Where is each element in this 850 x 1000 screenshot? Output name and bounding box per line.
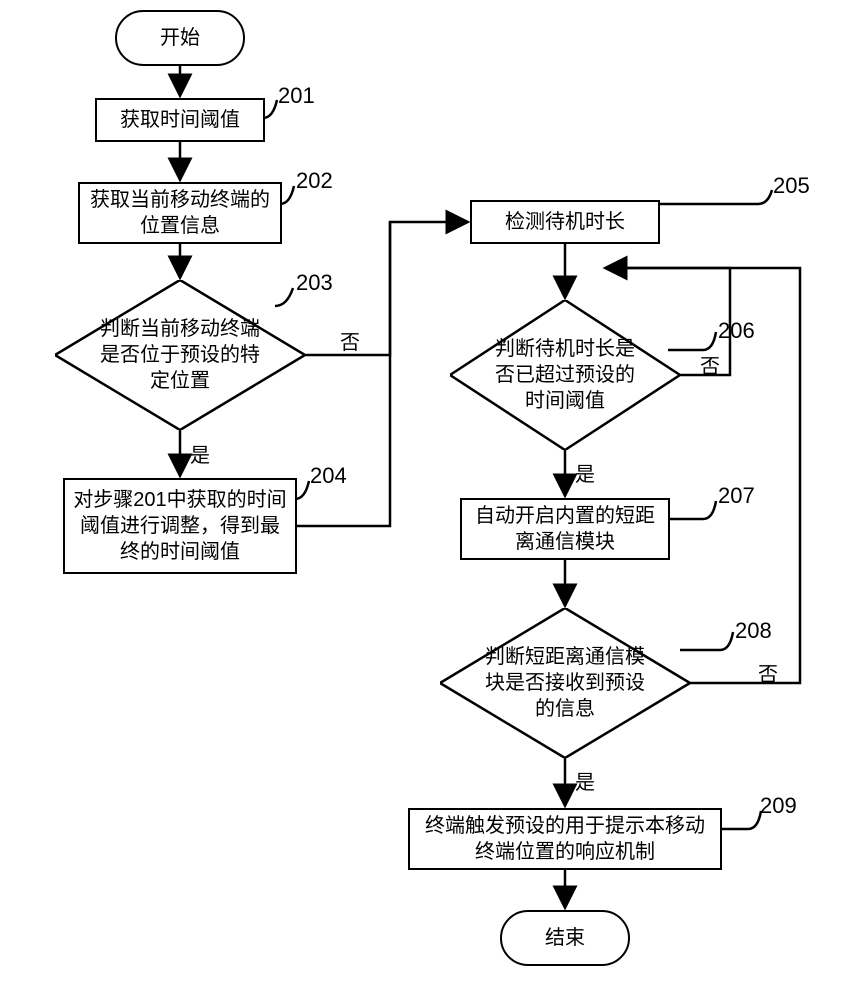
label-202: 获取当前移动终端的位置信息 (88, 187, 272, 239)
decision-206: 判断待机时长是否已超过预设的时间阈值 (450, 300, 680, 450)
leader-209 (720, 811, 765, 839)
ref-207: 207 (718, 483, 755, 509)
process-202: 获取当前移动终端的位置信息 (78, 182, 282, 244)
ref-204: 204 (310, 463, 347, 489)
label-201: 获取时间阈值 (120, 107, 240, 133)
leader-201 (263, 100, 283, 128)
decision-208: 判断短距离通信模块是否接收到预设的信息 (440, 608, 690, 758)
process-201: 获取时间阈值 (95, 98, 265, 142)
leader-207 (668, 501, 723, 529)
label-203: 判断当前移动终端是否位于预设的特定位置 (85, 316, 275, 394)
leader-205 (658, 190, 778, 218)
ref-206: 206 (718, 318, 755, 344)
label-207: 自动开启内置的短距离通信模块 (470, 503, 660, 555)
ref-202: 202 (296, 168, 333, 194)
label-208: 判断短距离通信模块是否接收到预设的信息 (470, 644, 660, 722)
label-209: 终端触发预设的用于提示本移动终端位置的响应机制 (418, 813, 712, 865)
terminator-end: 结束 (500, 910, 630, 966)
decision-203: 判断当前移动终端是否位于预设的特定位置 (55, 280, 305, 430)
leader-203 (275, 288, 300, 316)
label-start: 开始 (160, 25, 200, 51)
label-208-no: 否 (758, 658, 778, 687)
process-209: 终端触发预设的用于提示本移动终端位置的响应机制 (408, 808, 722, 870)
leader-208 (680, 632, 740, 660)
terminator-start: 开始 (115, 10, 245, 66)
label-206-yes: 是 (575, 458, 595, 487)
process-204: 对步骤201中获取的时间阈值进行调整，得到最终的时间阈值 (63, 478, 297, 574)
process-205: 检测待机时长 (470, 200, 660, 244)
label-206-no: 否 (700, 350, 720, 379)
label-205: 检测待机时长 (505, 209, 625, 235)
label-203-yes: 是 (190, 439, 210, 468)
label-206: 判断待机时长是否已超过预设的时间阈值 (478, 336, 653, 414)
label-204: 对步骤201中获取的时间阈值进行调整，得到最终的时间阈值 (73, 487, 287, 565)
ref-201: 201 (278, 83, 315, 109)
ref-203: 203 (296, 270, 333, 296)
label-203-no: 否 (340, 326, 360, 355)
leader-202 (280, 186, 300, 214)
ref-209: 209 (760, 793, 797, 819)
ref-205: 205 (773, 173, 810, 199)
process-207: 自动开启内置的短距离通信模块 (460, 498, 670, 560)
label-end: 结束 (545, 925, 585, 951)
label-208-yes: 是 (575, 766, 595, 795)
ref-208: 208 (735, 618, 772, 644)
leader-204 (295, 481, 315, 509)
